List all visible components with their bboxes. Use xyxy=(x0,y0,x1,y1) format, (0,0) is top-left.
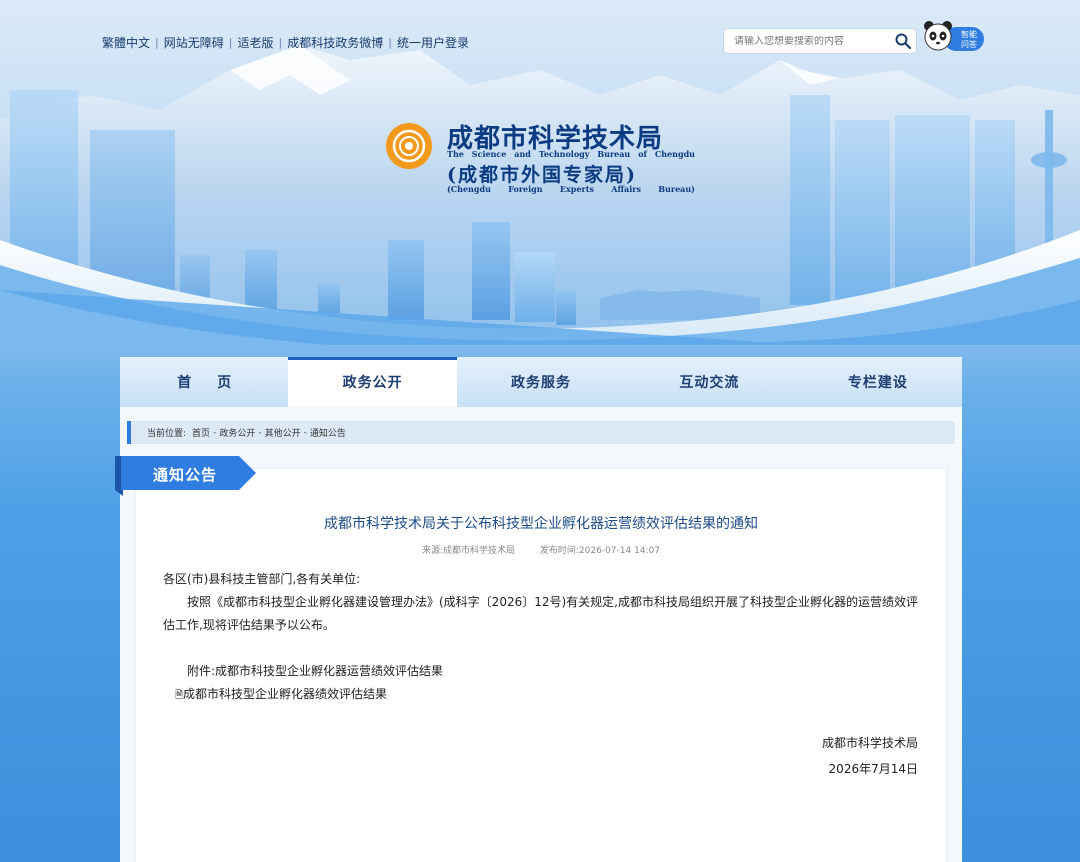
breadcrumb-home[interactable]: 首页 xyxy=(192,426,210,439)
article-publish-time: 发布时间:2026-07-14 14:07 xyxy=(539,546,661,556)
top-links: 繁體中文 | 网站无障碍 | 适老版 | 成都科技政务微博 | 统一用户登录 xyxy=(102,33,469,51)
signature-date: 2026年7月14日 xyxy=(828,762,918,776)
article-signature: 成都市科学技术局 2026年7月14日 xyxy=(822,730,918,782)
file-icon: 🗎 xyxy=(175,690,184,701)
article-paragraph: 按照《成都市科技型企业孵化器建设管理办法》(成科字〔2026〕12号)有关规定,… xyxy=(163,595,918,632)
separator: | xyxy=(155,35,159,49)
section-tag: 通知公告 xyxy=(115,456,257,496)
logo-title-2-en: (Chengdu Foreign Experts Affairs Bureau) xyxy=(447,184,695,194)
attachment-link[interactable]: 🗎成都市科技型企业孵化器绩效评估结果 xyxy=(163,683,923,707)
separator: | xyxy=(228,35,233,49)
logo-title-2: (成都市外国专家局) xyxy=(447,164,637,186)
nav-columns[interactable]: 专栏建设 xyxy=(794,357,962,407)
sun-bird-emblem-icon xyxy=(386,123,432,169)
nav-home[interactable]: 首页 xyxy=(120,357,288,407)
section-tag-label: 通知公告 xyxy=(153,466,218,484)
nav-interaction[interactable]: 互动交流 xyxy=(625,357,793,407)
link-accessibility[interactable]: 网站无障碍 xyxy=(164,34,224,51)
logo-subtitle-en: The Science and Technology Bureau of Che… xyxy=(447,149,695,159)
breadcrumb-prefix: 当前位置: xyxy=(147,429,187,439)
search-input[interactable] xyxy=(724,35,890,47)
breadcrumb-notices[interactable]: 通知公告 xyxy=(310,426,346,439)
article-attachment-label: 附件:成都市科技型企业孵化器运营绩效评估结果 xyxy=(187,664,444,678)
nav-government-services[interactable]: 政务服务 xyxy=(457,357,625,407)
breadcrumb-other[interactable]: 其他公开 xyxy=(265,426,301,439)
content-panel: 当前位置: 首页 - 政务公开 - 其他公开 - 通知公告 通知公告 成都市科学… xyxy=(115,407,962,862)
article-salutation: 各区(市)县科技主管部门,各有关单位: xyxy=(163,572,361,586)
signature-org: 成都市科学技术局 xyxy=(821,736,918,750)
link-elderly-mode[interactable]: 适老版 xyxy=(237,34,273,51)
smart-qa-button[interactable]: 智能 问答 xyxy=(922,20,984,54)
panda-icon xyxy=(924,21,952,51)
link-weibo[interactable]: 成都科技政务微博 xyxy=(287,34,383,51)
separator: | xyxy=(388,35,392,49)
search-box xyxy=(724,29,916,53)
article-meta: 来源:成都市科学技术局 发布时间:2026-07-14 14:07 xyxy=(120,543,962,556)
site-logo[interactable]: 成都市科学技术局 The Science and Technology Bure… xyxy=(385,118,705,198)
link-user-login[interactable]: 统一用户登录 xyxy=(397,34,469,51)
breadcrumb-government-affairs[interactable]: 政务公开 xyxy=(219,426,255,439)
article-body: 各区(市)县科技主管部门,各有关单位: 按照《成都市科技型企业孵化器建设管理办法… xyxy=(163,568,923,707)
article-title: 成都市科学技术局关于公布科技型企业孵化器运营绩效评估结果的通知 xyxy=(324,516,758,532)
main-nav: 首页 政务公开 政务服务 互动交流 专栏建设 xyxy=(120,357,962,407)
article-source: 来源:成都市科学技术局 xyxy=(421,546,516,556)
nav-government-affairs[interactable]: 政务公开 xyxy=(288,357,458,407)
separator: | xyxy=(278,35,283,49)
search-icon[interactable] xyxy=(890,29,916,53)
link-traditional-chinese[interactable]: 繁體中文 xyxy=(102,34,150,51)
breadcrumb: 当前位置: 首页 - 政务公开 - 其他公开 - 通知公告 xyxy=(127,421,955,444)
